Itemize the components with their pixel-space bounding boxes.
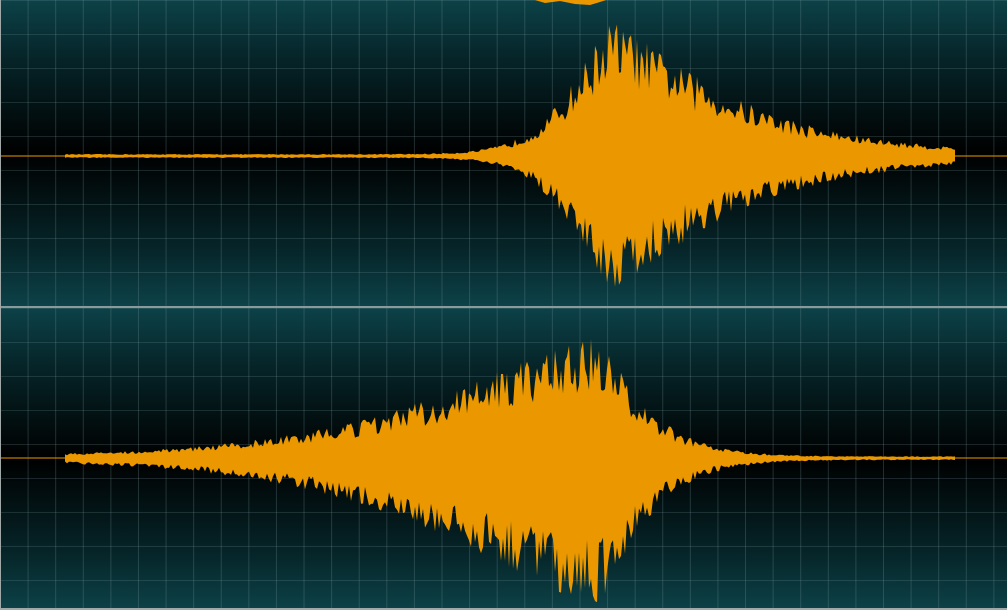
channel-bottom[interactable] (0, 308, 1007, 610)
waveform-path-top (65, 24, 955, 287)
waveform-path-top-overflow (535, 0, 606, 5)
channel-top[interactable] (0, 0, 1007, 306)
waveform-bottom (0, 339, 1007, 603)
waveform-path-bottom (65, 339, 955, 603)
left-border (0, 0, 1, 610)
waveform-top (0, 0, 1007, 287)
waveform-editor[interactable] (0, 0, 1007, 610)
